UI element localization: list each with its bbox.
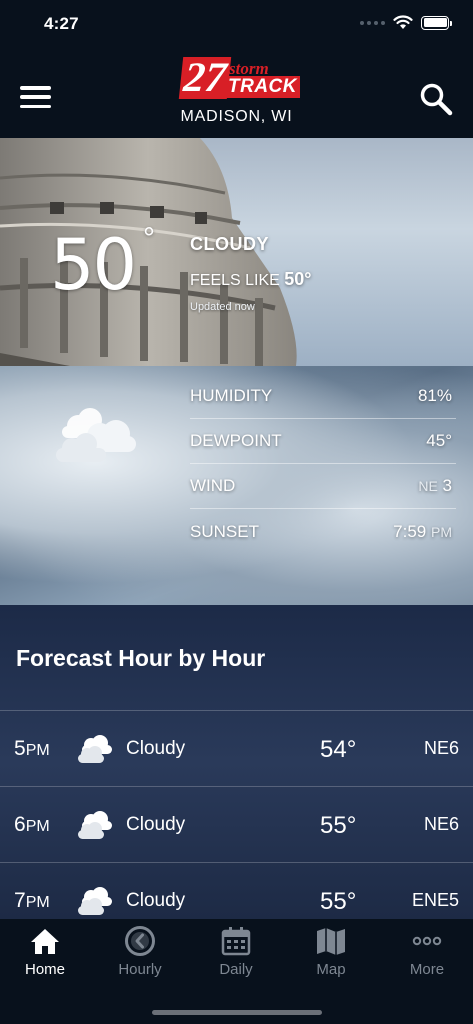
feels-like: FEELS LIKE 50° bbox=[190, 269, 312, 290]
sunset-time: 7:59 bbox=[393, 521, 427, 541]
tab-map[interactable]: Map bbox=[284, 925, 378, 985]
hour-number: 7 bbox=[14, 889, 26, 912]
detail-dewpoint: DEWPOINT 45° bbox=[190, 419, 456, 464]
clock-icon bbox=[125, 926, 155, 956]
forecast-title: Forecast Hour by Hour bbox=[16, 645, 266, 671]
hour-condition: Cloudy bbox=[126, 814, 186, 835]
calendar-icon bbox=[221, 927, 251, 956]
logo-number: 27 bbox=[178, 55, 232, 101]
wifi-icon bbox=[393, 15, 413, 29]
detail-label: SUNSET bbox=[190, 521, 259, 541]
current-conditions[interactable]: 50 ° CLOUDY FEELS LIKE 50° Updated now bbox=[0, 138, 473, 366]
tab-label: Map bbox=[316, 961, 346, 978]
detail-label: DEWPOINT bbox=[190, 431, 282, 450]
detail-value: NE 3 bbox=[418, 476, 456, 496]
tab-hourly[interactable]: Hourly bbox=[93, 925, 187, 985]
hour-ampm: PM bbox=[25, 818, 50, 835]
hour-temperature: 55° bbox=[320, 888, 357, 915]
hour-ampm: PM bbox=[25, 742, 50, 759]
hour-wind: NE6 bbox=[423, 738, 459, 758]
tab-label: Daily bbox=[219, 961, 253, 978]
app-header: 27 storm TRACK MADISON, WI bbox=[0, 50, 473, 138]
tab-daily[interactable]: Daily bbox=[189, 925, 283, 985]
degree-symbol: ° bbox=[143, 222, 155, 255]
cloudy-icon bbox=[56, 408, 136, 462]
tab-more[interactable]: More bbox=[380, 925, 473, 985]
more-icon bbox=[412, 936, 442, 946]
storm-track-logo: 27 storm TRACK bbox=[178, 55, 300, 101]
tab-label: More bbox=[409, 961, 445, 978]
feels-like-value: 50° bbox=[284, 269, 312, 289]
detail-humidity: HUMIDITY 81% bbox=[190, 374, 456, 419]
sunset-ampm: PM bbox=[431, 523, 452, 540]
tab-home[interactable]: Home bbox=[0, 925, 92, 985]
menu-icon[interactable] bbox=[20, 86, 51, 108]
hour-temperature: 55° bbox=[320, 812, 357, 839]
hourly-forecast-section: Forecast Hour by Hour 5PM Cloudy 54° NE6… bbox=[0, 605, 473, 919]
status-bar: 4:27 bbox=[0, 0, 473, 50]
cloudy-icon bbox=[78, 735, 112, 763]
hourly-row[interactable]: 6PM Cloudy 55° NE6 bbox=[0, 786, 473, 862]
cellular-signal-icon bbox=[360, 20, 385, 25]
detail-value: 81% bbox=[417, 386, 452, 405]
detail-label: HUMIDITY bbox=[190, 386, 273, 405]
map-icon bbox=[317, 928, 345, 955]
search-icon[interactable] bbox=[419, 82, 453, 116]
hourly-row[interactable]: 5PM Cloudy 54° NE6 bbox=[0, 710, 473, 786]
hour-number: 6 bbox=[14, 813, 26, 836]
hour-number: 5 bbox=[14, 737, 26, 760]
status-time: 4:27 bbox=[44, 14, 79, 33]
hour-condition: Cloudy bbox=[126, 890, 186, 911]
hour-wind: ENE5 bbox=[411, 890, 459, 910]
status-indicators bbox=[360, 15, 452, 30]
hour-time: 5PM bbox=[14, 737, 50, 761]
location-label[interactable]: MADISON, WI bbox=[0, 108, 473, 126]
home-indicator[interactable] bbox=[152, 1010, 322, 1015]
bottom-tab-bar: Home Hourly Daily Map More bbox=[0, 919, 473, 1024]
cloudy-icon bbox=[78, 887, 112, 915]
detail-value: 45° bbox=[426, 431, 452, 450]
hour-condition: Cloudy bbox=[126, 738, 186, 759]
hourly-row[interactable]: 7PM Cloudy 55° ENE5 bbox=[0, 862, 473, 919]
wind-speed: 3 bbox=[442, 476, 452, 495]
detail-label: WIND bbox=[190, 476, 236, 495]
hour-temperature: 54° bbox=[320, 736, 357, 763]
logo-track: TRACK bbox=[225, 76, 300, 98]
detail-value: 7:59 PM bbox=[393, 522, 456, 542]
hour-wind: NE6 bbox=[423, 814, 459, 834]
feels-like-label: FEELS LIKE bbox=[190, 272, 280, 289]
detail-wind: WIND NE 3 bbox=[190, 464, 456, 509]
current-temperature: 50 bbox=[50, 224, 137, 306]
tab-label: Hourly bbox=[118, 961, 162, 978]
wind-direction: NE bbox=[418, 478, 438, 494]
hour-time: 7PM bbox=[14, 889, 50, 913]
current-condition: CLOUDY bbox=[190, 234, 269, 254]
detail-sunset: SUNSET 7:59 PM bbox=[190, 509, 456, 554]
hour-time: 6PM bbox=[14, 813, 50, 837]
hour-ampm: PM bbox=[25, 894, 50, 911]
updated-time: Updated now bbox=[190, 301, 255, 313]
battery-icon bbox=[421, 15, 452, 30]
cloudy-icon bbox=[78, 811, 112, 839]
home-icon bbox=[31, 929, 59, 954]
tab-label: Home bbox=[24, 961, 65, 978]
current-details-panel: HUMIDITY 81% DEWPOINT 45° WIND NE 3 SUNS… bbox=[0, 366, 473, 605]
